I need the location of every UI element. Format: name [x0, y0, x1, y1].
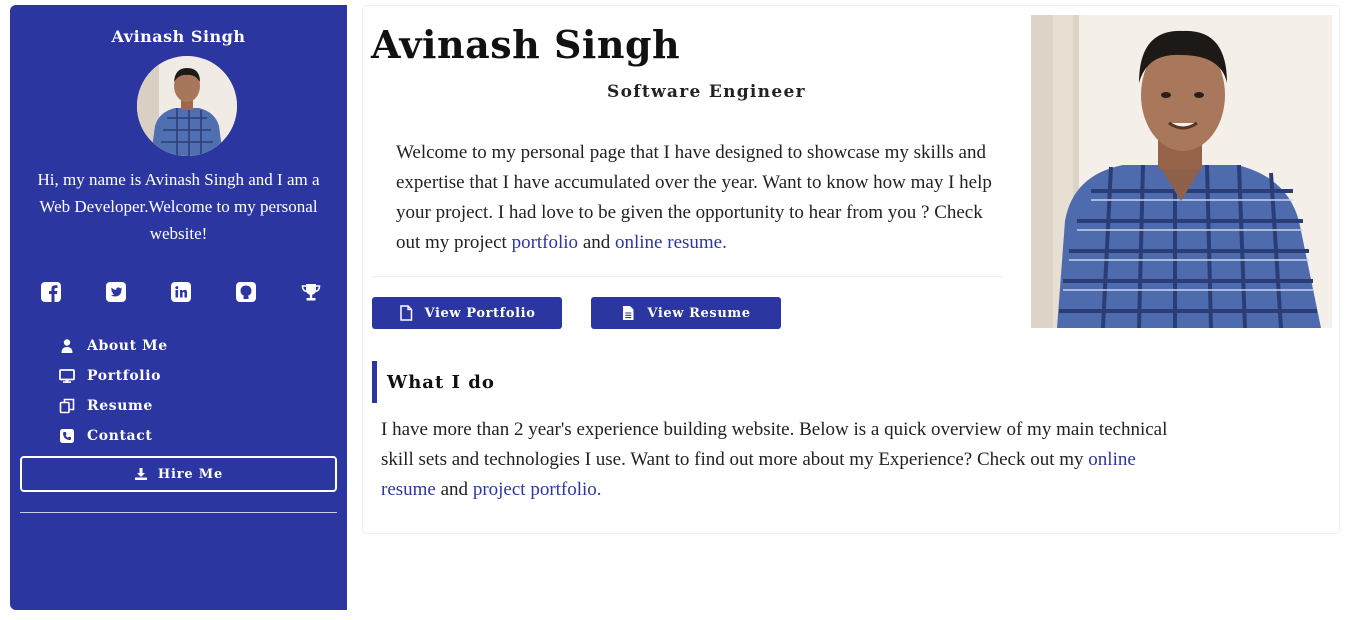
sidebar-divider: [20, 512, 337, 513]
user-icon: [61, 339, 73, 353]
hero-divider: [372, 276, 1002, 277]
sidebar-nav: About Me Portfolio Resume Contact: [59, 331, 168, 451]
avatar: [137, 56, 237, 156]
sidebar-intro: Hi, my name is Avinash Singh and I am a …: [37, 170, 320, 243]
sidebar-item-label: Portfolio: [87, 368, 162, 384]
sidebar-item-label: About Me: [87, 338, 168, 354]
desktop-icon: [59, 369, 75, 383]
portfolio-link[interactable]: portfolio: [512, 232, 579, 253]
sidebar-item-resume[interactable]: Resume: [59, 391, 168, 421]
experience-text: I have more than 2 year's experience bui…: [381, 415, 1181, 505]
job-title: Software Engineer: [607, 82, 806, 102]
copy-icon: [59, 398, 75, 414]
view-portfolio-label: View Portfolio: [424, 305, 536, 321]
sidebar-item-portfolio[interactable]: Portfolio: [59, 361, 168, 391]
facebook-icon[interactable]: [40, 281, 62, 303]
sidebar-item-contact[interactable]: Contact: [59, 421, 168, 451]
main-card: Avinash Singh Software Engineer Welcome …: [362, 5, 1340, 534]
sidebar-item-label: Contact: [87, 428, 153, 444]
sidebar-item-about[interactable]: About Me: [59, 331, 168, 361]
twitter-icon[interactable]: [105, 281, 127, 303]
sidebar-item-label: Resume: [87, 398, 153, 414]
page-title: Avinash Singh: [371, 22, 681, 67]
hire-me-label: Hire Me: [157, 466, 224, 482]
file-icon: [399, 305, 412, 321]
experience-body: I have more than 2 year's experience bui…: [381, 419, 1168, 470]
resume-link[interactable]: online resume.: [615, 232, 727, 253]
view-resume-button[interactable]: View Resume: [591, 297, 781, 329]
welcome-and: and: [578, 232, 615, 253]
welcome-text: Welcome to my personal page that I have …: [396, 138, 1006, 258]
github-icon[interactable]: [235, 281, 257, 303]
what-i-do-heading: What I do: [372, 361, 672, 403]
sidebar-name: Avinash Singh: [111, 27, 246, 46]
file-text-icon: [623, 306, 634, 320]
view-resume-label: View Resume: [647, 305, 751, 321]
linkedin-icon[interactable]: [170, 281, 192, 303]
trophy-icon[interactable]: [300, 281, 322, 303]
hire-me-button[interactable]: Hire Me: [20, 456, 337, 492]
download-icon: [134, 468, 147, 480]
social-links: [40, 280, 322, 304]
profile-photo: [1031, 15, 1332, 328]
sidebar: Avinash Singh Hi, my name is Avinash Sin…: [10, 5, 347, 610]
view-portfolio-button[interactable]: View Portfolio: [372, 297, 562, 329]
experience-and: and: [435, 479, 473, 500]
project-portfolio-link[interactable]: project portfolio.: [473, 479, 602, 500]
phone-icon: [60, 429, 74, 443]
